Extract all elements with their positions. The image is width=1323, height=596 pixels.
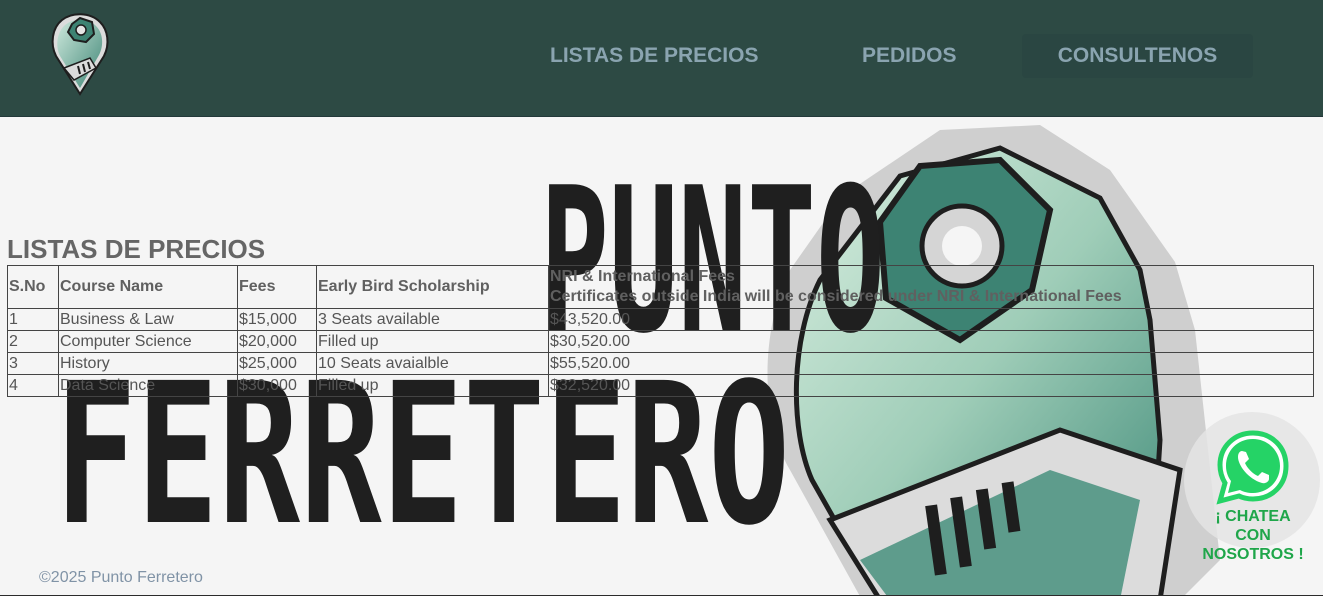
cell-early: 10 Seats avaialble [316, 352, 549, 375]
cell-sno: 1 [7, 308, 59, 331]
cell-nri: $30,520.00 [548, 330, 1314, 353]
nav-link-pedidos[interactable]: PEDIDOS [862, 34, 957, 78]
navbar: LISTAS DE PRECIOS PEDIDOS CONSULTENOS [0, 0, 1323, 117]
table-row: 2 Computer Science $20,000 Filled up $30… [7, 330, 1314, 353]
table-header-row: S.No Course Name Fees Early Bird Scholar… [7, 265, 1314, 309]
cell-fees: $15,000 [237, 308, 317, 331]
header-fees: Fees [237, 265, 317, 309]
header-nri-fees: NRI & International Fees Certificates ou… [548, 265, 1314, 309]
cell-nri: $55,520.00 [548, 352, 1314, 375]
cell-fees: $30,000 [237, 374, 317, 397]
cell-early: Filled up [316, 330, 549, 353]
wrench-nut-logo-icon[interactable] [50, 12, 110, 96]
table-row: 4 Data Science $30,000 Filled up $32,520… [7, 374, 1314, 397]
copyright-text: ©2025 Punto Ferretero [39, 569, 203, 586]
cell-nri: $32,520.00 [548, 374, 1314, 397]
nav-link-consultenos[interactable]: CONSULTENOS [1022, 34, 1253, 78]
cell-sno: 4 [7, 374, 59, 397]
cell-sno: 3 [7, 352, 59, 375]
cell-course: Business & Law [58, 308, 238, 331]
main-content: LISTAS DE PRECIOS S.No Course Name Fees … [7, 234, 1314, 397]
header-sno: S.No [7, 265, 59, 309]
header-course-name: Course Name [58, 265, 238, 309]
cell-course: Data Science [58, 374, 238, 397]
price-table: S.No Course Name Fees Early Bird Scholar… [7, 265, 1314, 397]
cell-fees: $25,000 [237, 352, 317, 375]
cell-course: Computer Science [58, 330, 238, 353]
whatsapp-icon [1216, 430, 1289, 505]
cell-sno: 2 [7, 330, 59, 353]
cell-early: Filled up [316, 374, 549, 397]
header-nri-title: NRI & International Fees [550, 268, 735, 285]
cell-nri: $43,520.00 [548, 308, 1314, 331]
cell-fees: $20,000 [237, 330, 317, 353]
header-nri-note: Certificates outside India will be consi… [550, 288, 1122, 305]
cell-course: History [58, 352, 238, 375]
page-title: LISTAS DE PRECIOS [7, 234, 266, 264]
table-row: 1 Business & Law $15,000 3 Seats availab… [7, 308, 1314, 331]
whatsapp-chat-label: ¡ CHATEA CON NOSOTROS ! [1202, 508, 1304, 563]
header-early-bird: Early Bird Scholarship [316, 265, 549, 309]
whatsapp-chat-button[interactable]: ¡ CHATEA CON NOSOTROS ! [1196, 429, 1310, 564]
cell-early: 3 Seats available [316, 308, 549, 331]
page: PUNTO FERRETERO LISTAS DE PRECIOS PEDIDO… [0, 0, 1323, 596]
table-row: 3 History $25,000 10 Seats avaialble $55… [7, 352, 1314, 375]
nav-link-listas-de-precios[interactable]: LISTAS DE PRECIOS [550, 34, 758, 78]
